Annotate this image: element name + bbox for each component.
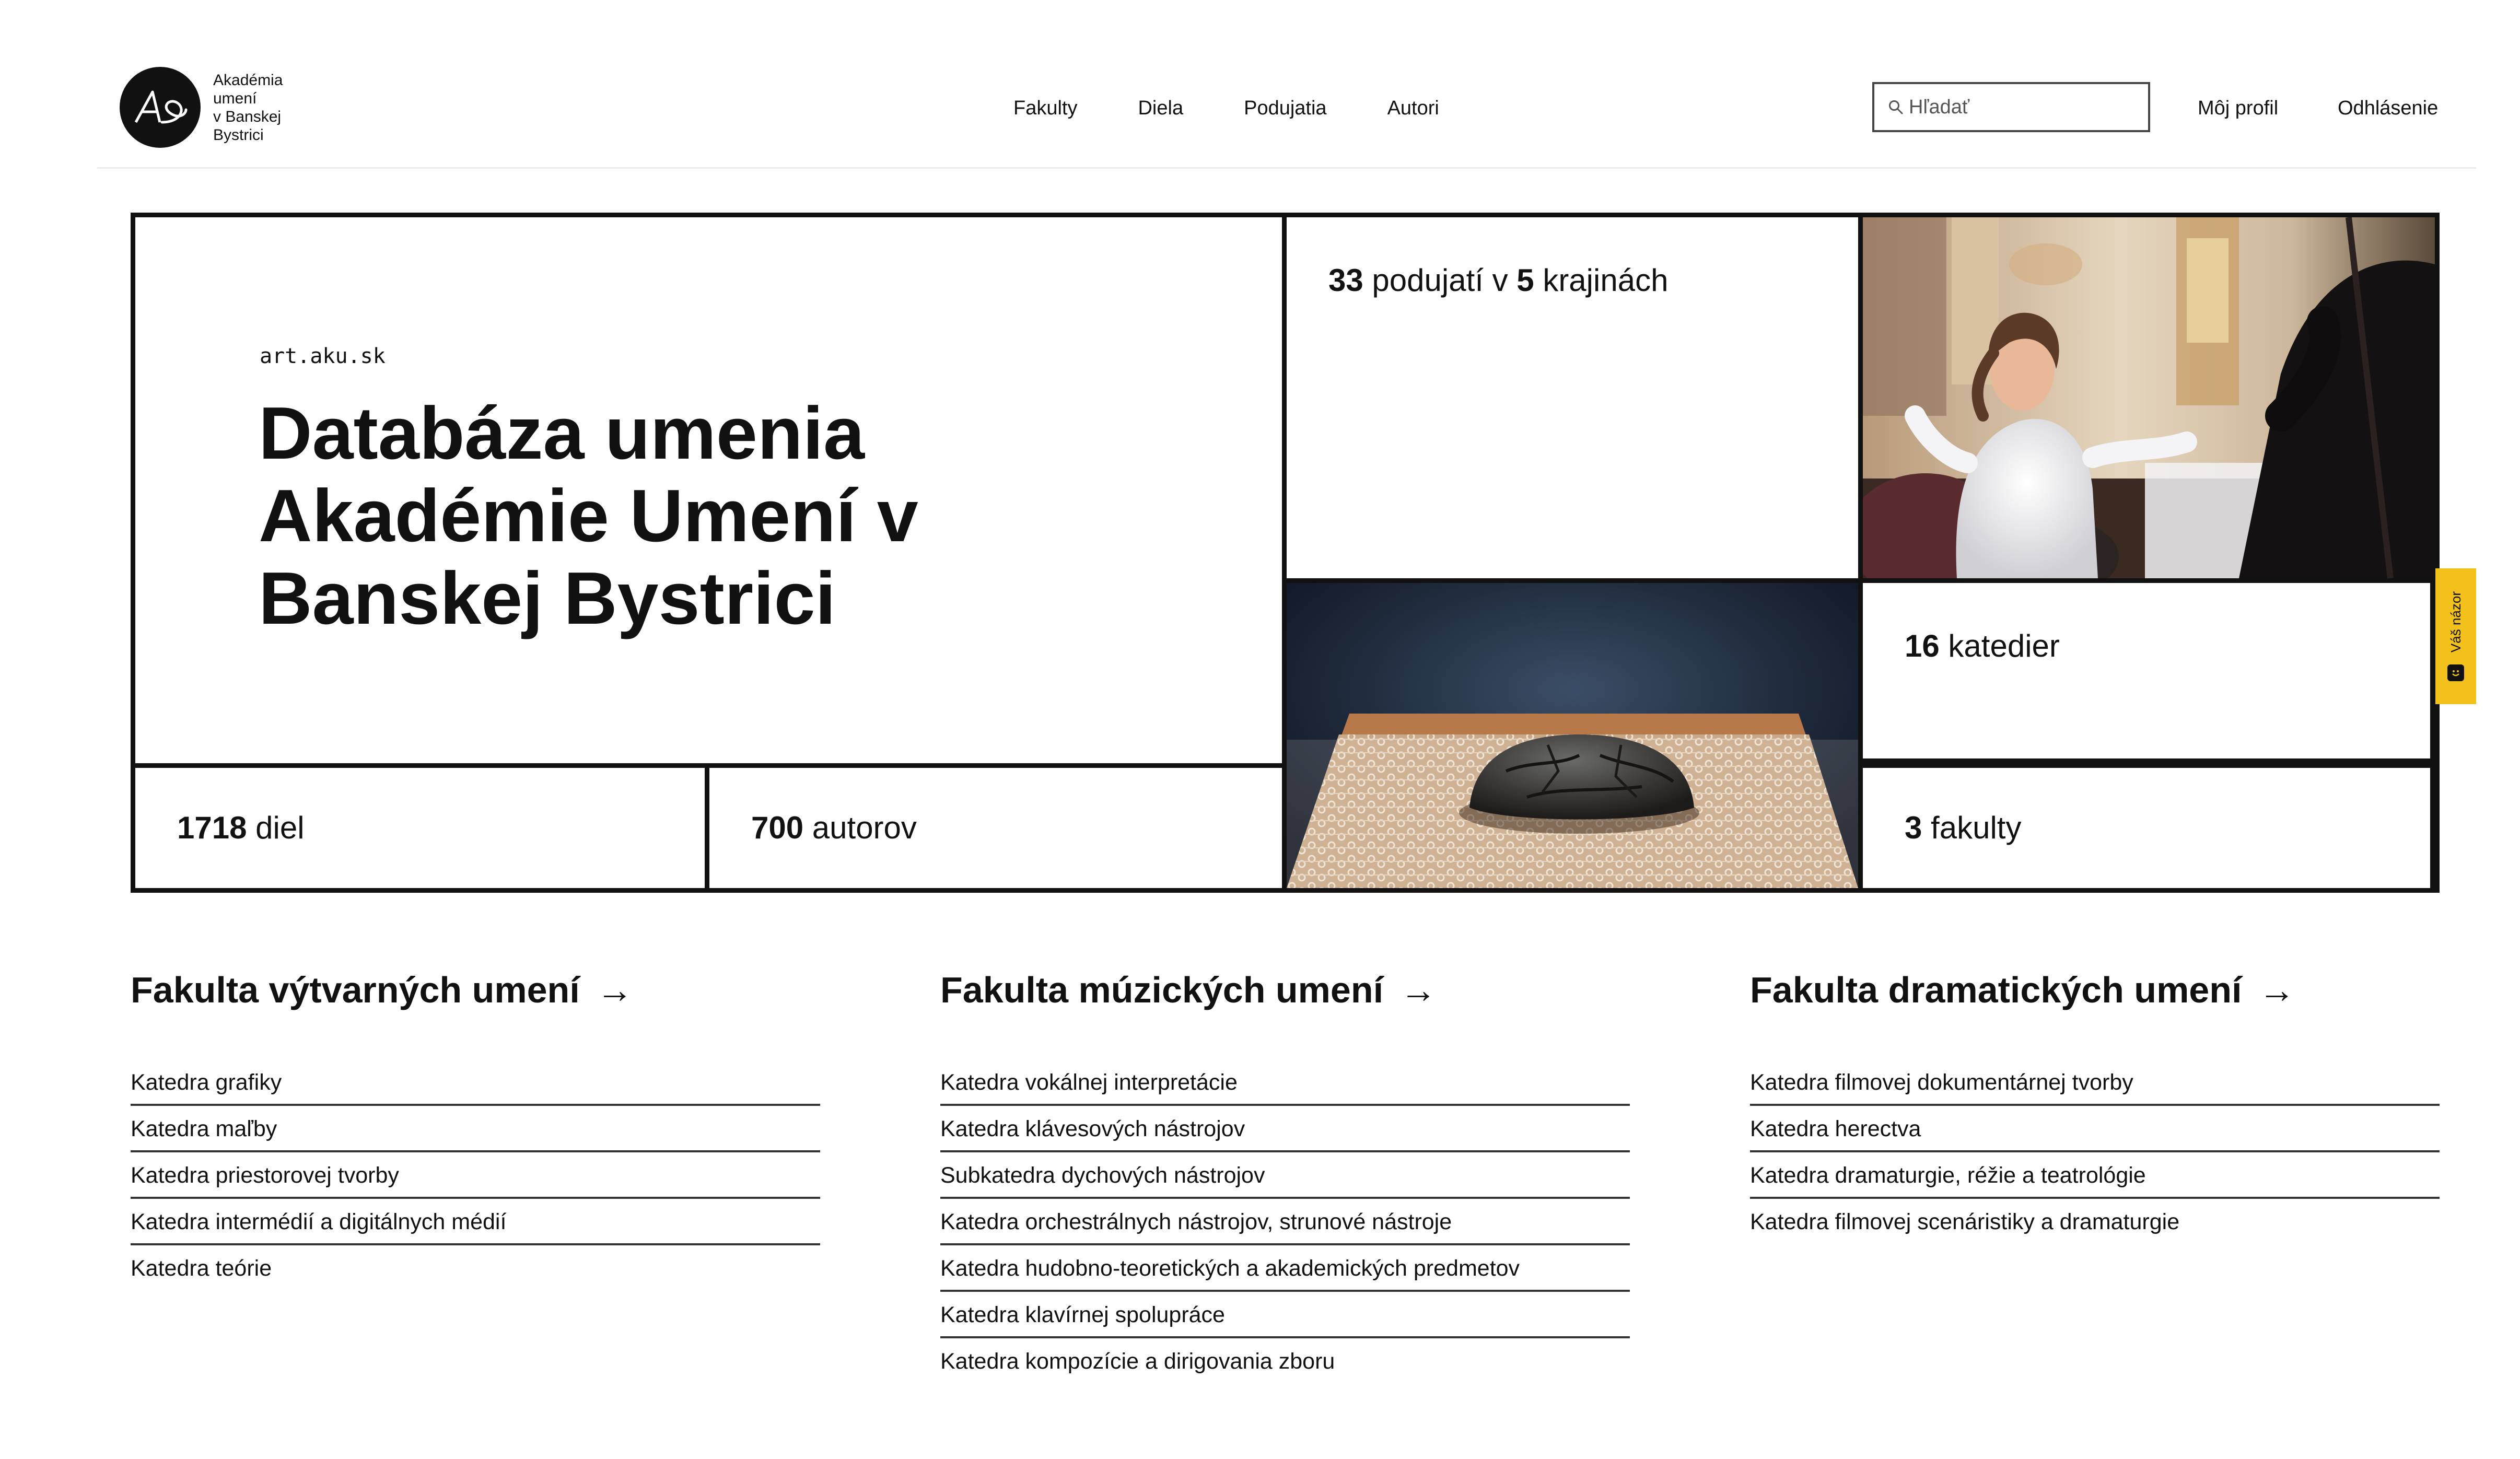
nav-item-podujatia[interactable]: Podujatia bbox=[1244, 95, 1326, 121]
header-divider bbox=[97, 167, 2476, 169]
site-url: art.aku.sk bbox=[260, 344, 386, 368]
stat-events: 33 podujatí v 5 krajinách bbox=[1328, 262, 1668, 299]
hero-grid: art.aku.sk Databáza umenia Akadémie Umen… bbox=[131, 213, 2440, 893]
stat-works-count: 1718 bbox=[177, 810, 247, 845]
faculty-title-link[interactable]: Fakulta výtvarných umení → bbox=[131, 966, 633, 1013]
logout-link[interactable]: Odhlásenie bbox=[2338, 95, 2438, 121]
artwork-photo-bread[interactable] bbox=[1287, 583, 1858, 888]
faculty-title: Fakulta výtvarných umení bbox=[131, 970, 580, 1010]
logo-line: umení bbox=[213, 89, 257, 107]
faculty-title: Fakulta múzických umení bbox=[940, 970, 1384, 1010]
department-item[interactable]: Katedra filmovej dokumentárnej tvorby bbox=[1750, 1059, 2440, 1106]
stat-departments-count: 16 bbox=[1905, 628, 1940, 663]
nav-item-fakulty[interactable]: Fakulty bbox=[1013, 95, 1077, 121]
logo-icon bbox=[120, 67, 201, 148]
stat-authors-label: autorov bbox=[803, 810, 917, 845]
stat-faculties-label: fakulty bbox=[1922, 810, 2022, 845]
stat-faculties-count: 3 bbox=[1905, 810, 1922, 845]
department-item[interactable]: Katedra orchestrálnych nástrojov, struno… bbox=[940, 1199, 1630, 1245]
logo-line: v Banskej bbox=[213, 108, 282, 125]
stat-faculties-cell[interactable]: 3 fakulty bbox=[1863, 768, 2430, 888]
department-item[interactable]: Katedra teórie bbox=[131, 1245, 820, 1292]
department-item[interactable]: Katedra maľby bbox=[131, 1106, 820, 1152]
stat-works: 1718 diel bbox=[177, 810, 305, 846]
arrow-right-icon: → bbox=[2258, 970, 2295, 1010]
profile-link[interactable]: Môj profil bbox=[2198, 95, 2278, 121]
logo-line: Akadémia bbox=[213, 71, 283, 89]
department-item[interactable]: Katedra filmovej scenáristiky a dramatur… bbox=[1750, 1199, 2440, 1245]
arrow-right-icon: → bbox=[596, 970, 633, 1010]
faculty-title-link[interactable]: Fakulta dramatických umení → bbox=[1750, 966, 2295, 1013]
stat-events-cell[interactable]: 33 podujatí v 5 krajinách bbox=[1287, 217, 1858, 578]
department-item[interactable]: Katedra dramaturgie, réžie a teatrológie bbox=[1750, 1152, 2440, 1199]
stat-faculties: 3 fakulty bbox=[1905, 810, 2021, 846]
faculty-title: Fakulta dramatických umení bbox=[1750, 970, 2242, 1010]
page-title: Databáza umenia Akadémie Umení v Banskej… bbox=[259, 392, 918, 640]
department-list: Katedra vokálnej interpretácie Katedra k… bbox=[940, 1059, 1630, 1385]
search-box[interactable] bbox=[1872, 82, 2150, 132]
faculty-title-link[interactable]: Fakulta múzických umení → bbox=[940, 966, 1437, 1013]
feedback-smiley-icon bbox=[2447, 664, 2464, 681]
department-item[interactable]: Katedra intermédií a digitálnych médií bbox=[131, 1199, 820, 1245]
logo-link[interactable]: Akadémia umení v Banskej Bystrici bbox=[120, 67, 283, 148]
stat-authors-cell[interactable]: 700 autorov bbox=[709, 768, 1282, 888]
faculty-dramatic-arts: Fakulta dramatických umení → Katedra fil… bbox=[1750, 966, 2440, 1234]
arrow-right-icon: → bbox=[1400, 970, 1437, 1010]
feedback-tab[interactable]: Váš názor bbox=[2435, 568, 2476, 704]
logo-line: Bystrici bbox=[213, 126, 264, 144]
stat-departments: 16 katedier bbox=[1905, 628, 2060, 664]
faculty-fine-arts: Fakulta výtvarných umení → Katedra grafi… bbox=[131, 966, 820, 1281]
department-item[interactable]: Katedra grafiky bbox=[131, 1059, 820, 1106]
stat-works-label: diel bbox=[247, 810, 305, 845]
department-item[interactable]: Subkatedra dychových nástrojov bbox=[940, 1152, 1630, 1199]
search-icon bbox=[1888, 99, 1904, 115]
main-nav: Fakulty Diela Podujatia Autori bbox=[1013, 95, 1500, 121]
department-item[interactable]: Katedra klavírnej spolupráce bbox=[940, 1292, 1630, 1338]
stat-regions-text: krajinách bbox=[1534, 263, 1669, 298]
department-item[interactable]: Katedra vokálnej interpretácie bbox=[940, 1059, 1630, 1106]
department-item[interactable]: Katedra kompozície a dirigovania zboru bbox=[940, 1338, 1630, 1385]
stat-departments-label: katedier bbox=[1939, 628, 2060, 663]
stat-works-cell[interactable]: 1718 diel bbox=[135, 768, 705, 888]
hero-title-cell: art.aku.sk Databáza umenia Akadémie Umen… bbox=[135, 217, 1282, 763]
stat-authors-count: 700 bbox=[751, 810, 804, 845]
search-input[interactable] bbox=[1909, 96, 2118, 119]
department-list: Katedra filmovej dokumentárnej tvorby Ka… bbox=[1750, 1059, 2440, 1245]
site-header: Akadémia umení v Banskej Bystrici Fakult… bbox=[0, 0, 2520, 169]
stat-events-count: 33 bbox=[1328, 263, 1363, 298]
department-item[interactable]: Katedra priestorovej tvorby bbox=[131, 1152, 820, 1199]
department-item[interactable]: Katedra hudobno-teoretických a akademick… bbox=[940, 1245, 1630, 1292]
faculty-performing-arts: Fakulta múzických umení → Katedra vokáln… bbox=[940, 966, 1630, 1374]
stat-departments-cell[interactable]: 16 katedier bbox=[1863, 583, 2430, 758]
nav-item-autori[interactable]: Autori bbox=[1387, 95, 1439, 121]
stat-regions-count: 5 bbox=[1516, 263, 1534, 298]
department-item[interactable]: Katedra klávesových nástrojov bbox=[940, 1106, 1630, 1152]
stat-authors: 700 autorov bbox=[751, 810, 917, 846]
stat-events-text: podujatí v bbox=[1363, 263, 1517, 298]
feedback-label: Váš názor bbox=[2447, 591, 2464, 653]
event-photo-conductor[interactable] bbox=[1863, 217, 2435, 578]
department-list: Katedra grafiky Katedra maľby Katedra pr… bbox=[131, 1059, 820, 1292]
nav-item-diela[interactable]: Diela bbox=[1138, 95, 1183, 121]
logo-text: Akadémia umení v Banskej Bystrici bbox=[213, 71, 283, 144]
department-item[interactable]: Katedra herectva bbox=[1750, 1106, 2440, 1152]
